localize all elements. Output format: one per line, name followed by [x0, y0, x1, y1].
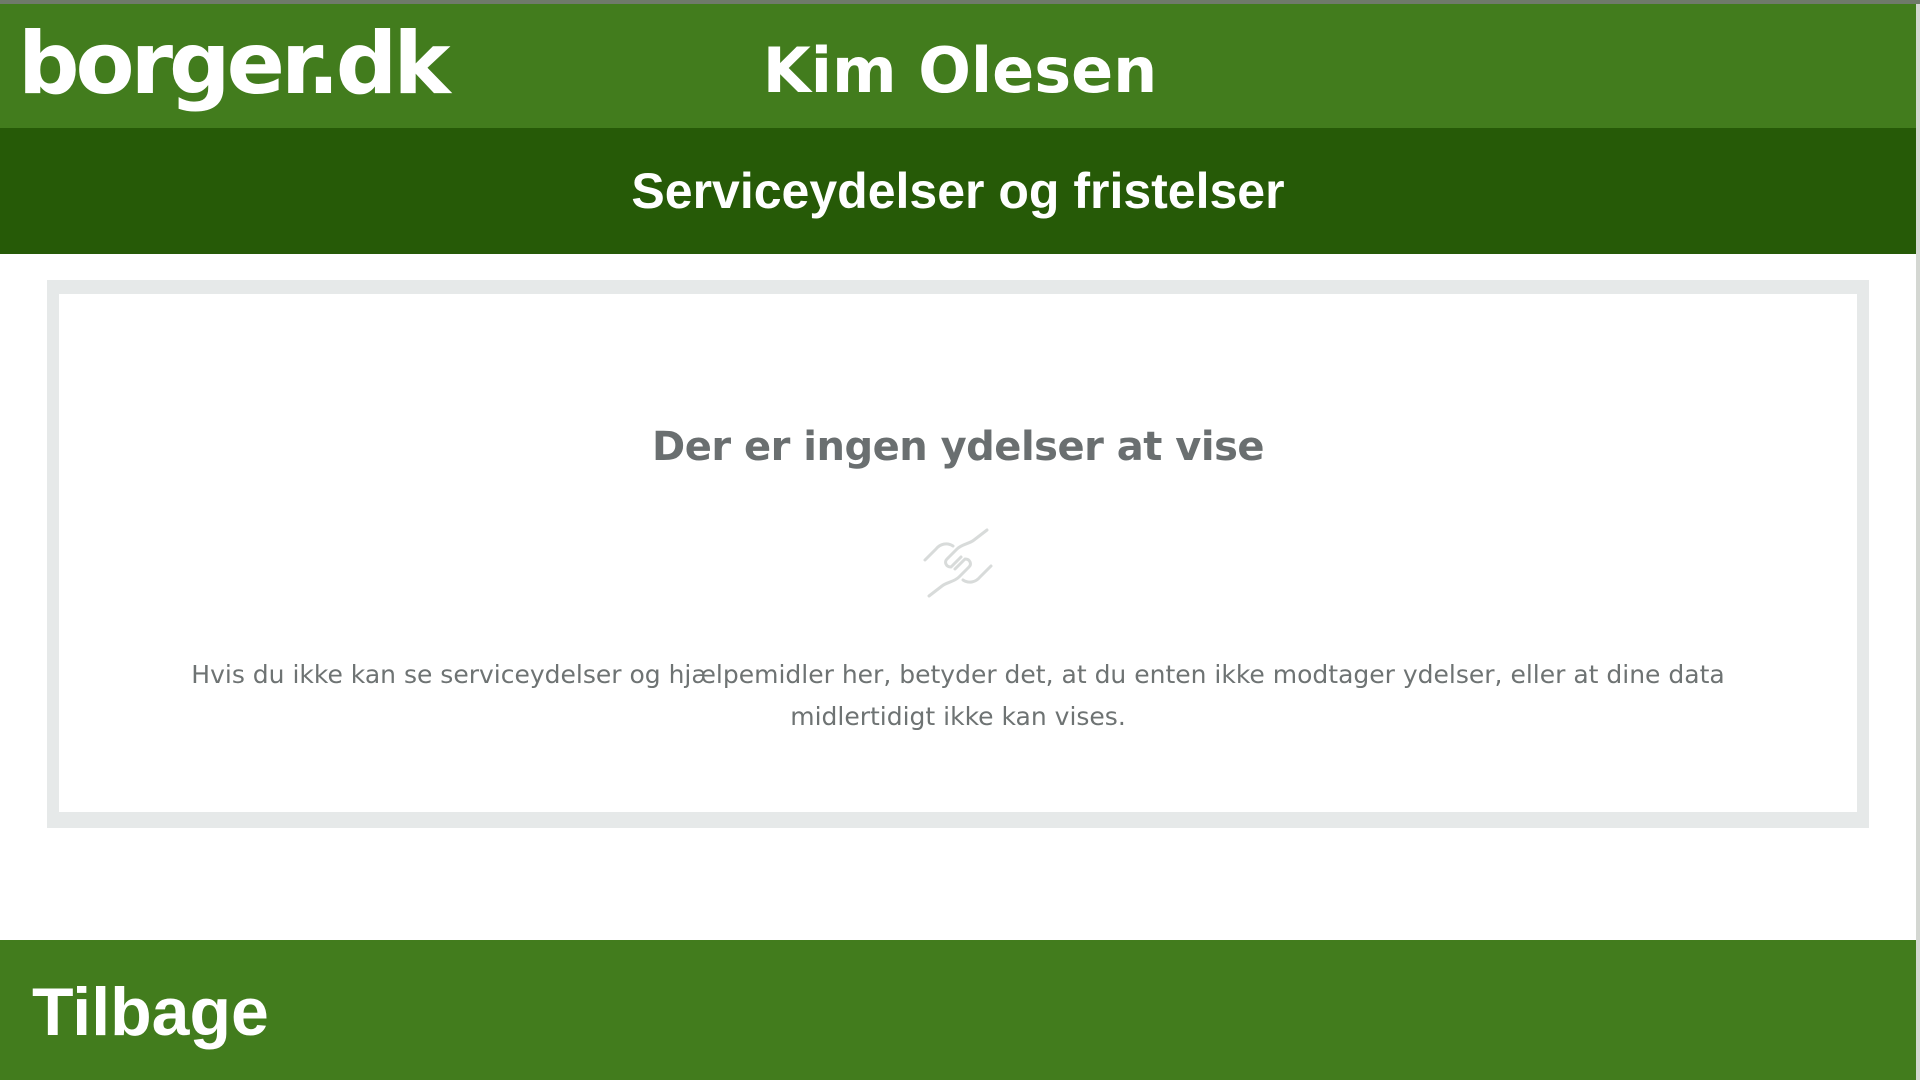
- page-title: Serviceydelser og fristelser: [631, 163, 1285, 219]
- empty-state-card: Der er ingen ydelser at vise Hvis du ikk…: [47, 280, 1869, 828]
- app-footer: Tilbage: [0, 940, 1916, 1080]
- handshake-icon: [923, 528, 993, 598]
- empty-state-message: Hvis du ikke kan se serviceydelser og hj…: [191, 660, 1725, 731]
- user-name: Kim Olesen: [762, 34, 1158, 107]
- empty-state-panel: Der er ingen ydelser at vise Hvis du ikk…: [59, 294, 1857, 812]
- empty-state-title: Der er ingen ydelser at vise: [651, 424, 1265, 470]
- page: borger.dk Kim Olesen Serviceydelser og f…: [0, 0, 1920, 1080]
- section-header: Serviceydelser og fristelser: [0, 128, 1916, 254]
- right-edge-divider: [1916, 4, 1920, 1080]
- app-header: borger.dk Kim Olesen: [0, 4, 1916, 128]
- back-button[interactable]: Tilbage: [32, 970, 269, 1054]
